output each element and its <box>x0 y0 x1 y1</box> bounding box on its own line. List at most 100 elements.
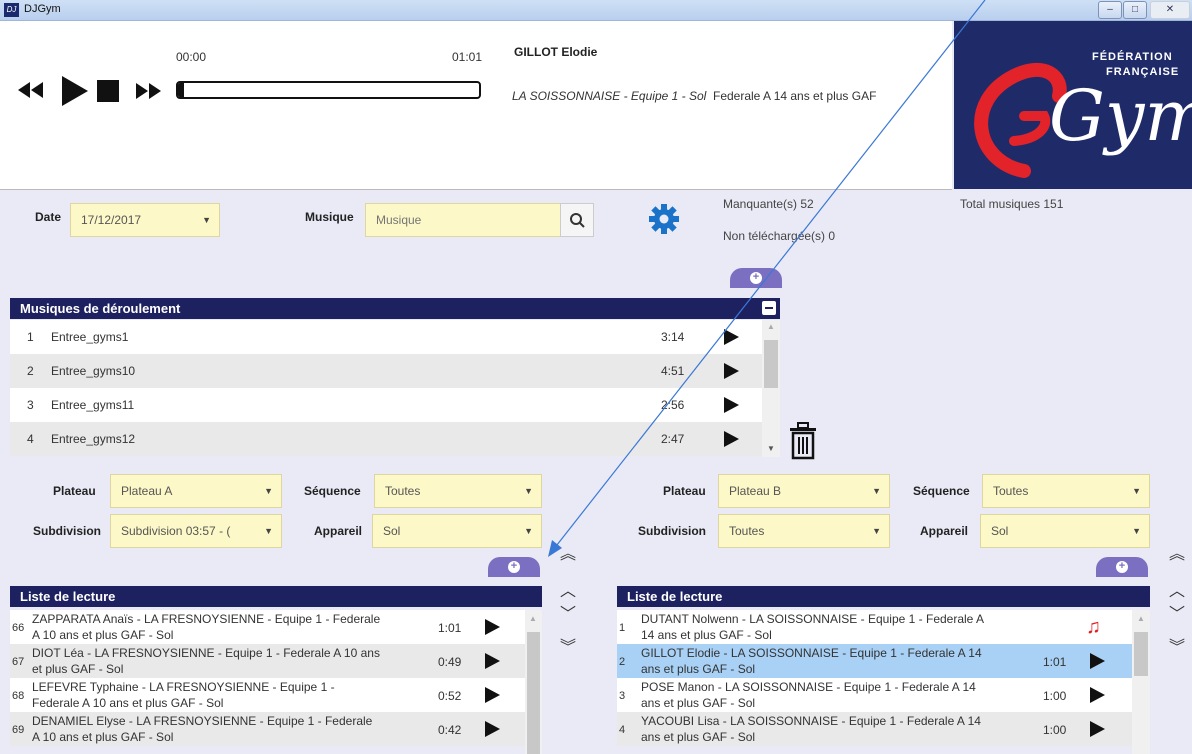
row-duration: 1:01 <box>438 621 462 635</box>
gear-icon[interactable] <box>648 203 680 235</box>
current-time: 00:00 <box>176 50 207 64</box>
scroll-up-icon[interactable]: ▲ <box>1137 614 1145 623</box>
music-note-icon[interactable]: ♫ <box>1086 616 1101 639</box>
list-item[interactable]: 3 POSE Manon - LA SOISSONNAISE - Equipe 1… <box>617 678 1132 712</box>
minimize-button[interactable]: – <box>1098 1 1122 19</box>
chevron-down-icon: ▼ <box>202 215 211 225</box>
move-down-icon[interactable]: ﹀ <box>1167 600 1187 624</box>
right-sequence-label: Séquence <box>913 484 970 498</box>
federation-logo: FÉDÉRATION FRANÇAISE Gym <box>954 21 1192 189</box>
right-appareil-label: Appareil <box>920 524 969 538</box>
left-sequence-select[interactable]: Toutes ▼ <box>374 474 542 508</box>
table-row[interactable]: 2 Entree_gyms10 4:51 <box>10 354 762 388</box>
play-icon[interactable] <box>485 687 500 703</box>
total-music-count: Total musiques 151 <box>960 197 1064 211</box>
right-plateau-select[interactable]: Plateau B ▼ <box>718 474 890 508</box>
move-down-icon[interactable]: ﹀ <box>558 600 578 624</box>
close-button[interactable]: ✕ <box>1150 1 1190 19</box>
left-appareil-value: Sol <box>383 524 401 538</box>
deroulement-scrollbar[interactable]: ▲ ▼ <box>762 320 780 457</box>
move-bottom-icon[interactable]: ︾ <box>558 633 578 657</box>
row-number: 68 <box>12 690 25 702</box>
play-icon[interactable] <box>724 397 739 413</box>
list-item[interactable]: 68 LEFEVRE Typhaine - LA FRESNOYSIENNE - … <box>10 678 525 712</box>
right-add-tab[interactable]: + <box>1096 557 1148 577</box>
scroll-up-icon[interactable]: ▲ <box>529 614 537 623</box>
list-item[interactable]: 1 DUTANT Nolwenn - LA SOISSONNAISE - Equi… <box>617 610 1132 644</box>
row-duration: 4:51 <box>661 364 685 378</box>
move-top-icon[interactable]: ︽ <box>1167 540 1187 564</box>
right-plateau-label: Plateau <box>663 484 706 498</box>
window-title: DJGym <box>24 3 61 15</box>
move-bottom-icon[interactable]: ︾ <box>1167 633 1187 657</box>
move-top-icon[interactable]: ︽ <box>558 540 578 564</box>
left-sequence-value: Toutes <box>385 484 421 498</box>
table-row[interactable]: 3 Entree_gyms11 2:56 <box>10 388 762 422</box>
play-icon[interactable] <box>1090 687 1105 703</box>
stop-icon[interactable] <box>95 78 121 104</box>
search-button[interactable] <box>560 203 594 237</box>
fast-forward-icon[interactable] <box>134 79 164 103</box>
scroll-thumb[interactable] <box>527 632 540 754</box>
right-sequence-select[interactable]: Toutes ▼ <box>982 474 1150 508</box>
row-name: Entree_gyms11 <box>51 398 135 412</box>
right-appareil-select[interactable]: Sol ▼ <box>980 514 1150 548</box>
logo-word: Gym <box>1049 75 1192 157</box>
trash-icon[interactable] <box>788 422 818 460</box>
row-number: 67 <box>12 656 25 668</box>
left-subdivision-select[interactable]: Subdivision 03:57 - (▼ <box>110 514 282 548</box>
row-number: 3 <box>27 398 34 412</box>
scroll-thumb[interactable] <box>764 340 778 388</box>
move-up-icon[interactable]: ︿ <box>558 577 578 601</box>
progress-bar[interactable] <box>176 81 481 99</box>
right-list-title: Liste de lecture <box>627 589 723 604</box>
table-row[interactable]: 1 Entree_gyms1 3:14 <box>10 320 762 354</box>
left-add-tab[interactable]: + <box>488 557 540 577</box>
row-number: 1 <box>27 330 34 344</box>
play-icon[interactable] <box>485 619 500 635</box>
play-icon[interactable] <box>60 74 90 108</box>
move-up-icon[interactable]: ︿ <box>1167 577 1187 601</box>
list-item[interactable]: 67 DIOT Léa - LA FRESNOYSIENNE - Equipe 1… <box>10 644 525 678</box>
right-subdivision-select[interactable]: Toutes ▼ <box>718 514 890 548</box>
left-subdivision-label: Subdivision <box>33 524 102 538</box>
date-select[interactable]: 17/12/2017 ▼ <box>70 203 220 237</box>
play-icon[interactable] <box>1090 653 1105 669</box>
scroll-down-icon[interactable]: ▼ <box>767 444 775 453</box>
play-icon[interactable] <box>724 431 739 447</box>
play-icon[interactable] <box>1090 721 1105 737</box>
right-list-header: Liste de lecture <box>617 586 1150 607</box>
left-sequence-label: Séquence <box>304 484 361 498</box>
left-scrollbar[interactable]: ▲ <box>525 610 542 754</box>
row-line1: ZAPPARATA Anaïs - LA FRESNOYSIENNE - Equ… <box>32 612 381 626</box>
play-icon[interactable] <box>485 653 500 669</box>
row-duration: 0:42 <box>438 723 462 737</box>
right-scrollbar[interactable]: ▲ <box>1132 610 1150 754</box>
list-item[interactable]: 66 ZAPPARATA Anaïs - LA FRESNOYSIENNE - E… <box>10 610 525 644</box>
deroulement-title: Musiques de déroulement <box>20 301 181 316</box>
row-line2: Federale A 10 ans et plus GAF - Sol <box>32 696 224 710</box>
rewind-icon[interactable] <box>16 78 46 102</box>
scroll-thumb[interactable] <box>1134 632 1148 676</box>
play-icon[interactable] <box>724 329 739 345</box>
music-search-input[interactable] <box>365 203 561 237</box>
current-artist: GILLOT Elodie <box>514 45 598 59</box>
list-item[interactable]: 69 DENAMIEL Elyse - LA FRESNOYSIENNE - Eq… <box>10 712 525 746</box>
plus-icon: + <box>1116 561 1128 573</box>
left-list-header: Liste de lecture <box>10 586 542 607</box>
table-row[interactable]: 4 Entree_gyms12 2:47 <box>10 422 762 456</box>
list-item[interactable]: 4 YACOUBI Lisa - LA SOISSONNAISE - Equipe… <box>617 712 1132 746</box>
deroulement-add-tab[interactable]: + <box>730 268 782 288</box>
play-icon[interactable] <box>724 363 739 379</box>
play-icon[interactable] <box>485 721 500 737</box>
maximize-button[interactable]: □ <box>1123 1 1147 19</box>
list-item[interactable]: 2 GILLOT Elodie - LA SOISSONNAISE - Equip… <box>617 644 1132 678</box>
row-line1: LEFEVRE Typhaine - LA FRESNOYSIENNE - Eq… <box>32 680 335 694</box>
row-number: 1 <box>619 622 626 634</box>
left-appareil-select[interactable]: Sol ▼ <box>372 514 542 548</box>
left-plateau-select[interactable]: Plateau A ▼ <box>110 474 282 508</box>
row-duration: 1:00 <box>1043 689 1067 703</box>
logo-line1: FÉDÉRATION <box>1092 51 1173 63</box>
scroll-up-icon[interactable]: ▲ <box>767 322 775 331</box>
collapse-icon[interactable] <box>762 301 776 315</box>
